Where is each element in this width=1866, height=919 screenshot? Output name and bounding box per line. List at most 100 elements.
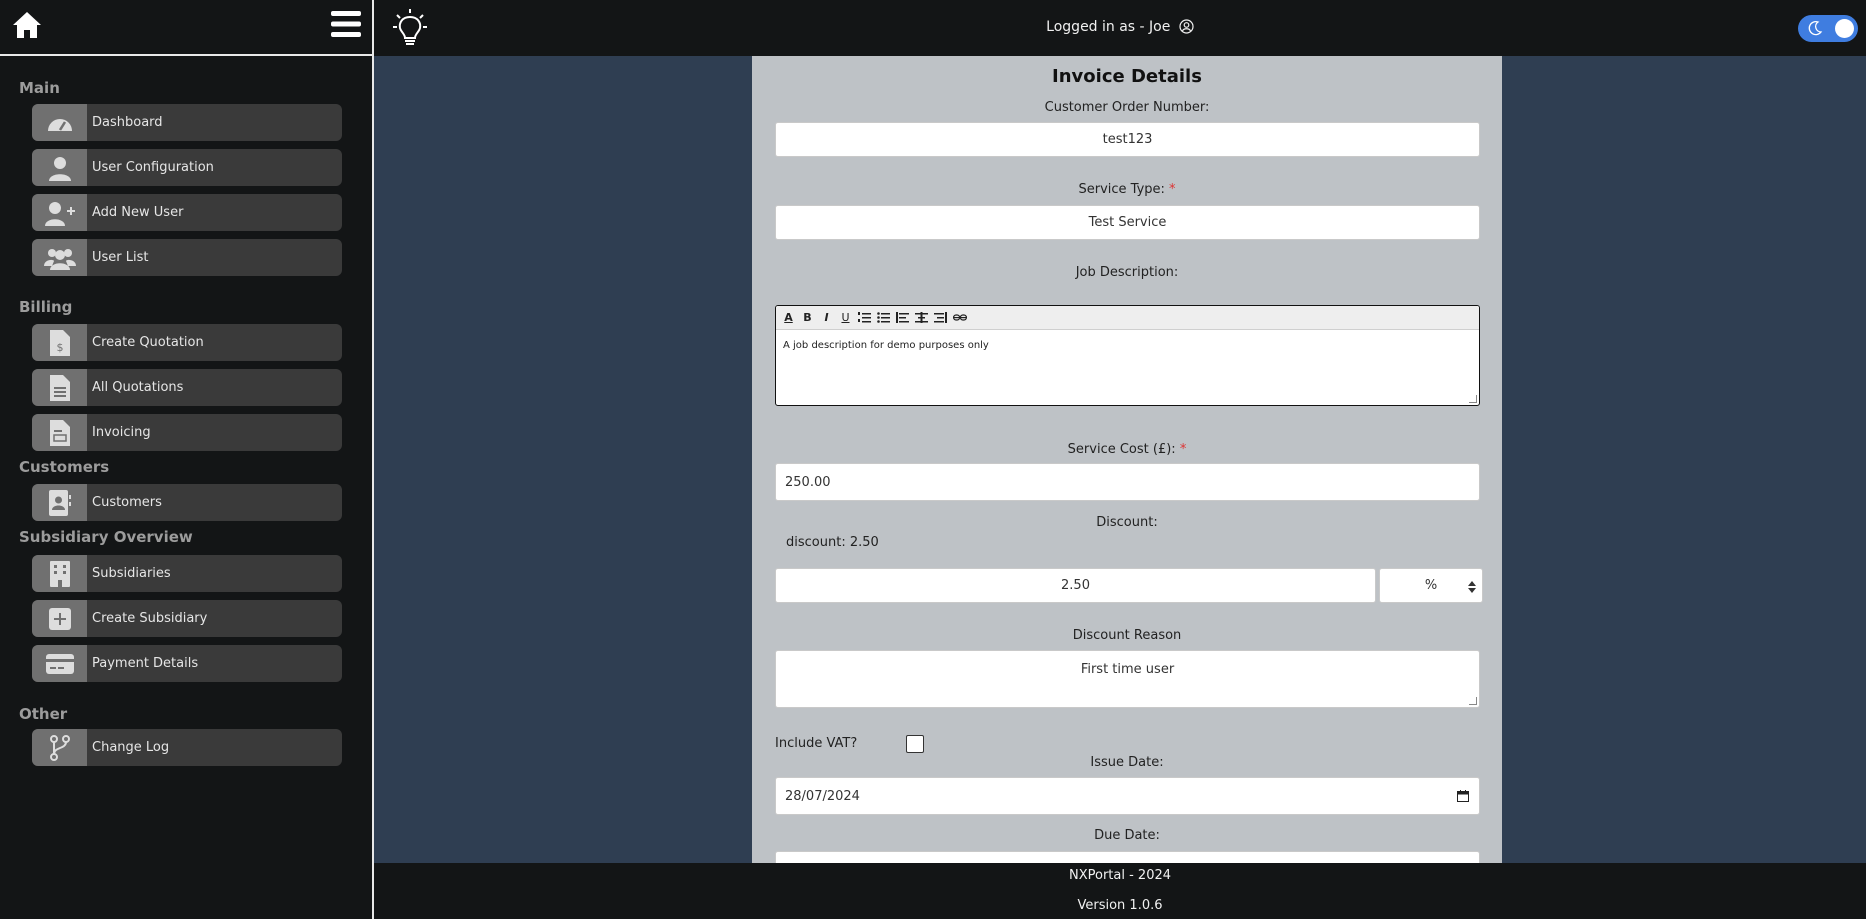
section-heading-subsidiary-overview: Subsidiary Overview — [19, 528, 193, 546]
file-invoice-dollar-icon: $ — [32, 324, 87, 361]
sidebar-item-label: Create Quotation — [92, 335, 204, 350]
calendar-icon[interactable] — [1457, 790, 1469, 802]
editor-toolbar: A B I U — [776, 306, 1479, 330]
sidebar-item-change-log[interactable]: Change Log — [32, 729, 342, 766]
sidebar-item-create-subsidiary[interactable]: Create Subsidiary — [32, 600, 342, 637]
building-icon — [32, 555, 87, 592]
include-vat-checkbox[interactable] — [906, 735, 924, 753]
required-marker: * — [1169, 182, 1176, 197]
sidebar-item-label: Subsidiaries — [92, 566, 171, 581]
home-icon[interactable] — [12, 10, 42, 40]
logged-in-text: Logged in as - Joe — [1046, 19, 1171, 35]
toggle-knob — [1835, 19, 1854, 38]
logged-in-status: Logged in as - Joe — [374, 19, 1866, 35]
italic-icon[interactable]: I — [820, 311, 833, 324]
sidebar-item-label: Dashboard — [92, 115, 163, 130]
align-center-icon[interactable] — [915, 312, 928, 323]
user-plus-icon — [32, 194, 87, 231]
sidebar-header — [0, 0, 372, 56]
sidebar-item-label: Create Subsidiary — [92, 611, 208, 626]
svg-text:$: $ — [56, 341, 63, 354]
service-type-label-text: Service Type: — [1078, 182, 1165, 197]
underline-icon[interactable]: U — [839, 311, 852, 324]
align-left-icon[interactable] — [896, 312, 909, 323]
square-plus-icon — [32, 600, 87, 637]
sidebar-item-all-quotations[interactable]: All Quotations — [32, 369, 342, 406]
discount-unit-select[interactable]: % — [1379, 568, 1483, 603]
customer-order-label: Customer Order Number: — [1044, 100, 1210, 115]
sidebar-item-label: All Quotations — [92, 380, 184, 395]
service-cost-label: Service Cost (£): * — [752, 442, 1502, 457]
footer-version: Version 1.0.6 — [1077, 898, 1163, 913]
sidebar-item-label: Customers — [92, 495, 162, 510]
sidebar-item-label: User List — [92, 250, 149, 265]
section-heading-customers: Customers — [19, 458, 110, 476]
code-branch-icon — [32, 729, 87, 766]
hamburger-menu-icon[interactable] — [331, 11, 361, 37]
discount-label: Discount: — [1096, 515, 1158, 530]
unordered-list-icon[interactable] — [877, 312, 890, 323]
sidebar-item-user-list[interactable]: User List — [32, 239, 342, 276]
user-circle-icon[interactable] — [1179, 19, 1194, 34]
service-type-label: Service Type: * — [752, 182, 1502, 197]
user-icon — [32, 149, 87, 186]
users-icon — [32, 239, 87, 276]
font-color-icon[interactable]: A — [782, 311, 795, 324]
resize-handle[interactable] — [1469, 697, 1477, 705]
moon-icon — [1808, 20, 1823, 36]
discount-reason-value: First time user — [1080, 662, 1175, 677]
sidebar-item-payment-details[interactable]: Payment Details — [32, 645, 342, 682]
issue-date-label: Issue Date: — [1090, 755, 1164, 770]
dark-mode-toggle[interactable] — [1798, 15, 1858, 42]
credit-card-icon — [32, 645, 87, 682]
resize-handle[interactable] — [1469, 395, 1477, 403]
address-book-icon — [32, 484, 87, 521]
gauge-icon — [32, 104, 87, 141]
discount-reason-label: Discount Reason — [1072, 628, 1182, 643]
customer-order-input[interactable]: test123 — [775, 122, 1480, 157]
footer-copyright: NXPortal - 2024 — [1068, 868, 1172, 883]
align-right-icon[interactable] — [934, 312, 947, 323]
due-date-label: Due Date: — [1094, 828, 1160, 843]
sidebar-item-dashboard[interactable]: Dashboard — [32, 104, 342, 141]
sidebar-item-label: Payment Details — [92, 656, 199, 671]
due-date-input[interactable] — [775, 851, 1480, 863]
invoice-form-panel: Invoice Details Customer Order Number: t… — [752, 56, 1502, 863]
select-arrows-icon — [1468, 581, 1476, 593]
bold-icon[interactable]: B — [801, 311, 814, 324]
link-icon[interactable] — [953, 312, 967, 323]
sidebar-item-invoicing[interactable]: Invoicing — [32, 414, 342, 451]
issue-date-input[interactable]: 28/07/2024 — [775, 777, 1480, 815]
section-heading-billing: Billing — [19, 298, 73, 316]
file-invoice-icon — [32, 414, 87, 451]
sidebar-item-label: Invoicing — [92, 425, 151, 440]
job-description-label: Job Description: — [1075, 265, 1179, 280]
file-lines-icon — [32, 369, 87, 406]
section-heading-main: Main — [19, 79, 60, 97]
sidebar-item-create-quotation[interactable]: $ Create Quotation — [32, 324, 342, 361]
discount-reason-textarea[interactable]: First time user — [775, 650, 1480, 708]
section-heading-other: Other — [19, 705, 68, 723]
top-bar: Logged in as - Joe — [374, 0, 1866, 56]
required-marker: * — [1179, 442, 1187, 457]
sidebar-item-user-configuration[interactable]: User Configuration — [32, 149, 342, 186]
sidebar-item-label: Change Log — [92, 740, 170, 755]
discount-unit-value: % — [1424, 578, 1438, 593]
sidebar-item-customers[interactable]: Customers — [32, 484, 342, 521]
issue-date-value: 28/07/2024 — [785, 788, 860, 804]
ordered-list-icon[interactable] — [858, 312, 871, 323]
job-description-text: A job description for demo purposes only — [783, 340, 989, 351]
discount-display: discount: 2.50 — [786, 535, 879, 550]
sidebar-item-label: Add New User — [92, 205, 184, 220]
service-cost-input[interactable]: 250.00 — [775, 463, 1480, 501]
sidebar-item-subsidiaries[interactable]: Subsidiaries — [32, 555, 342, 592]
footer: NXPortal - 2024 Version 1.0.6 — [374, 863, 1866, 919]
vat-label: Include VAT? — [775, 736, 858, 751]
service-type-input[interactable]: Test Service — [775, 205, 1480, 240]
sidebar: Main Dashboard User Configuration Add Ne… — [0, 0, 374, 919]
form-title: Invoice Details — [1052, 66, 1202, 87]
service-cost-label-text: Service Cost (£): — [1067, 442, 1176, 457]
discount-input[interactable]: 2.50 — [775, 568, 1376, 603]
sidebar-item-add-new-user[interactable]: Add New User — [32, 194, 342, 231]
job-description-editor[interactable]: A B I U A job description for demo purpo… — [775, 305, 1480, 406]
